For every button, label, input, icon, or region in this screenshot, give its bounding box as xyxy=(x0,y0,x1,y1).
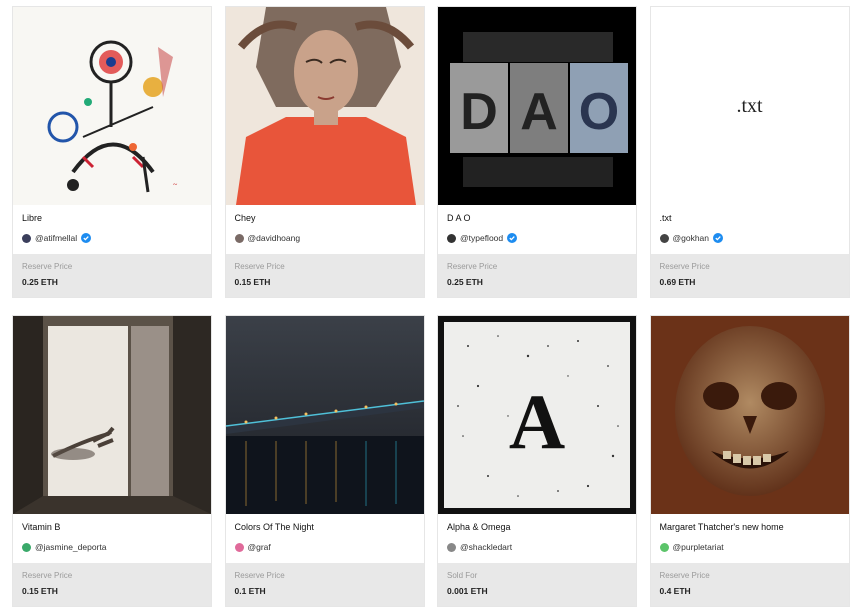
artwork-title: Colors Of The Night xyxy=(234,522,314,532)
artwork-image[interactable]: D A O xyxy=(438,7,636,205)
artwork-image[interactable]: ~ xyxy=(13,7,211,205)
artwork-card[interactable]: Colors Of The Night @graf Reserve Price … xyxy=(224,315,425,607)
creator-avatar xyxy=(234,542,244,552)
creator-row[interactable]: @davidhoang xyxy=(234,233,415,243)
artwork-letter: A xyxy=(509,378,565,465)
creator-avatar xyxy=(447,233,456,243)
artwork-title: Chey xyxy=(234,213,256,223)
artwork-card[interactable]: Margaret Thatcher's new home @purpletari… xyxy=(649,315,850,607)
artwork-image[interactable]: A xyxy=(438,316,636,514)
price-label: Sold For xyxy=(447,571,478,580)
creator-handle[interactable]: @jasmine_deporta xyxy=(35,542,106,552)
price-panel: Reserve Price 0.69 ETH xyxy=(650,254,849,297)
price-panel: Reserve Price 0.1 ETH xyxy=(225,563,424,606)
verified-badge-icon xyxy=(507,233,518,243)
svg-text:D: D xyxy=(460,83,498,141)
artwork-card[interactable]: Vitamin B @jasmine_deporta Reserve Price… xyxy=(12,315,212,607)
artwork-title: D A O xyxy=(447,213,471,223)
price-panel: Reserve Price 0.15 ETH xyxy=(225,254,424,297)
price-value: 0.1 ETH xyxy=(234,586,266,596)
price-label: Reserve Price xyxy=(234,262,285,271)
svg-text:O: O xyxy=(579,83,619,141)
price-label: Reserve Price xyxy=(659,262,710,271)
artwork-image[interactable] xyxy=(13,316,211,514)
creator-avatar xyxy=(659,542,669,552)
price-panel: Reserve Price 0.4 ETH xyxy=(650,563,849,606)
creator-handle[interactable]: @atifmellal xyxy=(35,233,77,243)
artwork-card[interactable]: A Alpha & Omega @shackledart Sold For 0.… xyxy=(437,315,637,607)
artwork-card[interactable]: Chey @davidhoang Reserve Price 0.15 ETH xyxy=(224,6,425,298)
artwork-card[interactable]: D A O D A O @typeflood Reserve Price 0.2… xyxy=(437,6,637,298)
artwork-grid: ~ Libre @atifmellal Reserve Price 0.25 E… xyxy=(12,6,850,607)
creator-avatar xyxy=(22,542,31,552)
creator-row[interactable]: @graf xyxy=(234,542,415,552)
creator-row[interactable]: @jasmine_deporta xyxy=(22,542,202,552)
artwork-title: Margaret Thatcher's new home xyxy=(659,522,784,532)
artwork-title: Vitamin B xyxy=(22,522,61,532)
creator-avatar xyxy=(659,233,669,243)
creator-avatar xyxy=(234,233,244,243)
artwork-text: .txt xyxy=(736,94,763,117)
creator-handle[interactable]: @davidhoang xyxy=(248,233,301,243)
price-value: 0.001 ETH xyxy=(447,586,488,596)
price-panel: Reserve Price 0.15 ETH xyxy=(13,563,211,606)
artwork-title: Alpha & Omega xyxy=(447,522,511,532)
creator-handle[interactable]: @shackledart xyxy=(460,542,512,552)
creator-row[interactable]: @atifmellal xyxy=(22,233,202,243)
price-panel: Reserve Price 0.25 ETH xyxy=(13,254,211,297)
creator-handle[interactable]: @typeflood xyxy=(460,233,503,243)
artwork-image[interactable] xyxy=(225,7,424,205)
price-value: 0.25 ETH xyxy=(447,277,483,287)
price-value: 0.4 ETH xyxy=(659,586,691,596)
price-label: Reserve Price xyxy=(234,571,285,580)
artwork-card[interactable]: ~ Libre @atifmellal Reserve Price 0.25 E… xyxy=(12,6,212,298)
price-label: Reserve Price xyxy=(659,571,710,580)
creator-handle[interactable]: @gokhan xyxy=(673,233,710,243)
creator-avatar xyxy=(22,233,31,243)
price-value: 0.69 ETH xyxy=(659,277,696,287)
creator-row[interactable]: @shackledart xyxy=(447,542,627,552)
artwork-card[interactable]: .txt .txt @gokhan Reserve Price 0.69 ETH xyxy=(649,6,850,298)
price-panel: Sold For 0.001 ETH xyxy=(438,563,636,606)
price-label: Reserve Price xyxy=(22,262,73,271)
creator-avatar xyxy=(447,542,456,552)
svg-text:~: ~ xyxy=(173,180,178,189)
creator-handle[interactable]: @purpletariat xyxy=(673,542,724,552)
price-value: 0.15 ETH xyxy=(234,277,271,287)
artwork-title: .txt xyxy=(659,213,672,223)
creator-row[interactable]: @typeflood xyxy=(447,233,627,243)
price-value: 0.15 ETH xyxy=(22,586,58,596)
artwork-image[interactable] xyxy=(650,316,849,514)
artwork-image[interactable]: .txt xyxy=(650,7,849,205)
price-panel: Reserve Price 0.25 ETH xyxy=(438,254,636,297)
artwork-image[interactable] xyxy=(225,316,424,514)
creator-row[interactable]: @purpletariat xyxy=(659,542,840,552)
price-value: 0.25 ETH xyxy=(22,277,58,287)
svg-text:A: A xyxy=(520,83,558,141)
verified-badge-icon xyxy=(81,233,92,243)
price-label: Reserve Price xyxy=(447,262,498,271)
price-label: Reserve Price xyxy=(22,571,73,580)
artwork-title: Libre xyxy=(22,213,43,223)
creator-row[interactable]: @gokhan xyxy=(659,233,840,243)
verified-badge-icon xyxy=(713,233,724,243)
creator-handle[interactable]: @graf xyxy=(248,542,271,552)
